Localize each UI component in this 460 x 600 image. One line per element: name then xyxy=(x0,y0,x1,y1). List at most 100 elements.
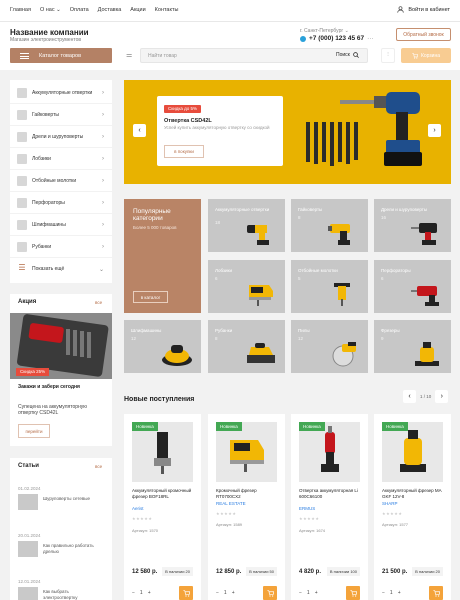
quantity-stepper[interactable]: −1 + xyxy=(216,590,235,596)
sidebar-item-perforators[interactable]: Перфораторы › xyxy=(10,192,112,214)
nav-link-payment[interactable]: Оплата xyxy=(70,7,89,13)
quantity-stepper[interactable]: −1 + xyxy=(299,590,318,596)
rating-stars: ★★★★★ xyxy=(382,511,403,516)
product-card[interactable]: Новинка Отвертка аккумуляторная Li 600С6… xyxy=(291,414,368,600)
new-badge: Новинка xyxy=(299,422,325,431)
plus-icon[interactable]: + xyxy=(148,590,151,596)
chevron-right-icon: › xyxy=(102,199,104,206)
next-page-button[interactable]: › xyxy=(435,390,449,403)
category-name: Гайковерты xyxy=(298,207,323,212)
article-thumbnail[interactable] xyxy=(18,541,38,557)
promo-title[interactable]: Закажи и забери сегодня xyxy=(18,384,80,390)
catalog-button[interactable]: Каталог товаров xyxy=(10,48,112,63)
planer-image xyxy=(247,343,275,363)
compare-icon[interactable]: ⫶ xyxy=(381,48,395,63)
minus-icon[interactable]: − xyxy=(299,590,302,596)
product-image[interactable] xyxy=(382,422,443,482)
prev-page-button[interactable]: ‹ xyxy=(403,390,416,403)
article-title[interactable]: Шуруповерты сетевые xyxy=(43,496,105,502)
sidebar-item-hammers[interactable]: Отбойные молотки › xyxy=(10,170,112,192)
sidebar-item-planers[interactable]: Рубанки › xyxy=(10,236,112,258)
category-tile[interactable]: Перфораторы 6 xyxy=(374,260,451,313)
nav-link-home[interactable]: Главная xyxy=(10,7,31,13)
product-brand[interactable]: Aerist xyxy=(132,506,144,511)
banner-prev-button[interactable]: ‹ xyxy=(133,124,146,137)
company-name[interactable]: Название компании xyxy=(10,28,89,37)
product-brand[interactable]: SHARP xyxy=(382,501,398,506)
category-tile[interactable]: Отбойные молотки 5 xyxy=(291,260,368,313)
product-name[interactable]: Аккумуляторный фрезер MA GKF 12V-8 xyxy=(382,488,444,499)
article-thumbnail[interactable] xyxy=(18,587,38,600)
to-catalog-button[interactable]: в каталог xyxy=(133,291,168,303)
promo-all-link[interactable]: все xyxy=(95,300,102,305)
product-card[interactable]: Новинка Аккумуляторный фрезер MA GKF 12V… xyxy=(374,414,451,600)
add-to-cart-button[interactable] xyxy=(346,586,360,600)
add-to-cart-button[interactable] xyxy=(179,586,193,600)
product-card[interactable]: Новинка Кромочный фрезер RT0700CX2 REAL … xyxy=(208,414,285,600)
minus-icon[interactable]: − xyxy=(216,590,219,596)
product-brand[interactable]: ERMUS xyxy=(299,506,315,511)
search-button[interactable]: Поиск xyxy=(336,52,359,58)
telegram-icon[interactable] xyxy=(300,35,306,42)
category-tile[interactable]: Гайковерты 8 xyxy=(291,199,368,252)
category-tile[interactable]: Рубанки 8 xyxy=(208,320,285,373)
category-name: Дрели и шуруповерты xyxy=(381,207,428,212)
screwdriver-icon xyxy=(17,87,27,98)
category-tile[interactable]: Дрели и шуруповерты 16 xyxy=(374,199,451,252)
product-image[interactable] xyxy=(132,422,193,482)
product-image[interactable] xyxy=(216,422,277,482)
cart-icon xyxy=(182,589,190,597)
category-count: 8 xyxy=(215,336,218,341)
sidebar-item-label: Гайковерты xyxy=(32,111,59,118)
sidebar-show-more[interactable]: ☰ Показать ещё ⌄ xyxy=(10,258,112,280)
article-title[interactable]: Как правильно работать дрелью xyxy=(43,543,98,554)
category-tile[interactable]: Лобзики 6 xyxy=(208,260,285,313)
category-tile[interactable]: Пилы 12 xyxy=(291,320,368,373)
sidebar-item-wrenches[interactable]: Гайковерты › xyxy=(10,104,112,126)
add-to-cart-button[interactable] xyxy=(263,586,277,600)
product-sku: Артикул: 1570 xyxy=(132,528,159,533)
sidebar-item-screwdrivers[interactable]: Аккумуляторные отвертки › xyxy=(10,82,112,104)
city-selector[interactable]: г. Санкт-Петербург ⌄ xyxy=(300,28,349,34)
plus-icon[interactable]: + xyxy=(232,590,235,596)
sidebar-item-drills[interactable]: Дрели и шуруповерты › xyxy=(10,126,112,148)
product-name[interactable]: Кромочный фрезер RT0700CX2 xyxy=(216,488,278,499)
product-name[interactable]: Отвертка аккумуляторная Li 600С66100 xyxy=(299,488,361,499)
nav-link-about[interactable]: О нас ⌄ xyxy=(40,7,61,13)
quantity-stepper[interactable]: −1 + xyxy=(382,590,401,596)
category-tile[interactable]: Фрезеры 9 xyxy=(374,320,451,373)
nav-link-delivery[interactable]: Доставка xyxy=(98,7,122,13)
minus-icon[interactable]: − xyxy=(382,590,385,596)
product-name[interactable]: Аккумуляторный кромочный фрезер BOF18RL xyxy=(132,488,194,499)
product-brand[interactable]: REAL ESTATE xyxy=(216,501,246,506)
article-thumbnail[interactable] xyxy=(18,494,38,510)
product-image[interactable] xyxy=(299,422,360,482)
filter-icon[interactable]: ⚌ xyxy=(126,51,132,59)
sidebar-item-jigsaws[interactable]: Лобзики › xyxy=(10,148,112,170)
category-tile[interactable]: Аккумуляторные отвертки 18 xyxy=(208,199,285,252)
page-indicator: 1 / 10 xyxy=(420,394,432,399)
minus-icon[interactable]: − xyxy=(132,590,135,596)
article-title[interactable]: Как выбрать электроотвертку xyxy=(43,589,98,600)
category-tile[interactable]: Шлифмашины 12 xyxy=(124,320,201,373)
plus-icon[interactable]: + xyxy=(398,590,401,596)
add-to-cart-button[interactable] xyxy=(429,586,443,600)
articles-all-link[interactable]: все xyxy=(95,464,102,469)
banner-title[interactable]: Отвертка CSD42L xyxy=(164,118,212,124)
banner-next-button[interactable]: › xyxy=(428,124,441,137)
wrench-image xyxy=(328,224,350,245)
promo-go-button[interactable]: перейти xyxy=(18,424,50,438)
product-price: 12 580 р. xyxy=(132,569,158,575)
product-card[interactable]: Новинка Аккумуляторный кромочный фрезер … xyxy=(124,414,201,600)
login-link[interactable]: Войти в кабинет xyxy=(397,6,450,13)
nav-link-contacts[interactable]: Контакты xyxy=(155,7,179,13)
phone[interactable]: +7 (000) 123 45 67 ··· xyxy=(300,35,374,42)
quantity-stepper[interactable]: −1 + xyxy=(132,590,151,596)
more-contacts[interactable]: ··· xyxy=(367,35,374,42)
sidebar-item-sanders[interactable]: Шлифмашины › xyxy=(10,214,112,236)
cart-button[interactable]: Корзина xyxy=(401,48,451,63)
nav-link-sales[interactable]: Акции xyxy=(130,7,145,13)
banner-buy-button[interactable]: в покупки xyxy=(164,145,204,158)
plus-icon[interactable]: + xyxy=(315,590,318,596)
callback-button[interactable]: Обратный звонок xyxy=(396,28,451,41)
